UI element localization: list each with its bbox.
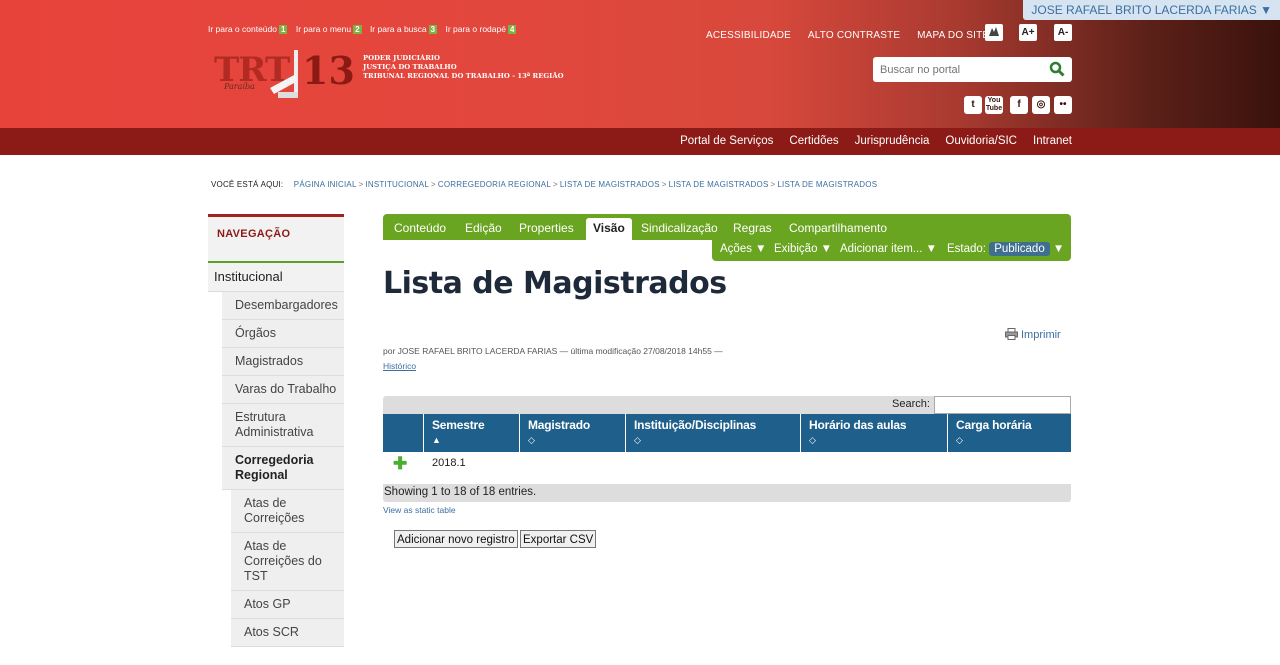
jurisprudence-link[interactable]: Jurisprudência — [847, 135, 938, 147]
print-link[interactable]: Imprimir — [1005, 328, 1061, 341]
sort-icon: ◇ — [528, 435, 535, 445]
accessibility-link[interactable]: ACESSIBILIDADE — [706, 30, 805, 41]
sort-icon: ◇ — [809, 435, 816, 445]
actions-bar: Ações ▼ Exibição ▼ Adicionar item... ▼ E… — [712, 240, 1071, 261]
breadcrumb-lista-1[interactable]: LISTA DE MAGISTRADOS — [560, 180, 660, 189]
tab-properties[interactable]: Properties — [519, 218, 574, 240]
nav-item-estrutura[interactable]: Estrutura Administrativa — [222, 404, 344, 447]
table-row: ✚ 2018.1 — [383, 452, 1071, 476]
tab-visao[interactable]: Visão — [586, 218, 632, 240]
table-header-expand — [383, 414, 423, 452]
column-horario[interactable]: Horário das aulas ◇ — [800, 414, 947, 452]
nav-item-orgaos[interactable]: Órgãos — [222, 320, 344, 348]
history-link[interactable]: Histórico — [383, 361, 416, 371]
font-decrease-button[interactable]: A- — [1054, 24, 1072, 41]
tab-regras[interactable]: Regras — [733, 218, 772, 240]
column-magistrado[interactable]: Magistrado ◇ — [519, 414, 625, 452]
logo-number: 13 — [302, 48, 355, 93]
sort-ascending-icon: ▲ — [432, 435, 441, 445]
table-toolbar: Search: — [383, 396, 1071, 414]
nav-item-institucional[interactable]: Institucional — [208, 263, 344, 292]
breadcrumb-home[interactable]: PÁGINA INICIAL — [294, 180, 357, 189]
facebook-icon[interactable]: f — [1010, 96, 1028, 114]
printer-icon — [1005, 328, 1018, 340]
nav-item-desembargadores[interactable]: Desembargadores — [222, 292, 344, 320]
nav-heading: NAVEGAÇÃO — [208, 214, 344, 263]
service-bar: Portal de Serviços Certidões Jurisprudênci… — [0, 128, 1280, 155]
search-input[interactable] — [873, 57, 1033, 82]
nav-item-varas[interactable]: Varas do Trabalho — [222, 376, 344, 404]
nav-item-corregedoria[interactable]: Corregedoria Regional — [222, 447, 344, 490]
sign-language-icon[interactable] — [985, 24, 1003, 41]
document-byline: por JOSE RAFAEL BRITO LACERDA FARIAS — ú… — [383, 346, 723, 356]
cell-semestre: 2018.1 — [432, 457, 466, 469]
table-search-label: Search: — [892, 398, 930, 410]
tab-compartilhamento[interactable]: Compartilhamento — [789, 218, 887, 240]
tab-edicao[interactable]: Edição — [465, 218, 502, 240]
search-box — [873, 57, 1072, 82]
search-icon[interactable] — [1049, 61, 1065, 77]
breadcrumb-lista-3[interactable]: LISTA DE MAGISTRADOS — [777, 180, 877, 189]
skip-to-content-link[interactable]: Ir para o conteúdo 1 — [208, 24, 288, 34]
sort-icon: ◇ — [956, 435, 963, 445]
site-header: JOSE RAFAEL BRITO LACERDA FARIAS ▼ Ir pa… — [0, 0, 1280, 128]
expand-row-icon[interactable]: ✚ — [393, 455, 407, 472]
nav-item-atas-correicoes[interactable]: Atas de Correições — [231, 490, 344, 533]
nav-item-atos-scr[interactable]: Atos SCR — [231, 619, 344, 647]
youtube-icon[interactable]: You Tube — [985, 96, 1003, 114]
add-record-button[interactable]: Adicionar novo registro — [394, 530, 518, 548]
edit-tabbar: Conteúdo Edição Properties Visão Sindica… — [383, 214, 1071, 240]
nav-item-magistrados[interactable]: Magistrados — [222, 348, 344, 376]
logo-subtitle: Paraíba — [224, 82, 255, 91]
breadcrumb-institucional[interactable]: INSTITUCIONAL — [366, 180, 430, 189]
ombudsman-link[interactable]: Ouvidoria/SIC — [937, 135, 1025, 147]
trt13-logo[interactable]: TRT 13 Paraíba — [214, 48, 355, 104]
user-menu[interactable]: JOSE RAFAEL BRITO LACERDA FARIAS ▼ — [1023, 0, 1280, 20]
tab-conteudo[interactable]: Conteúdo — [394, 218, 446, 240]
state-badge: Publicado — [989, 242, 1050, 256]
export-csv-button[interactable]: Exportar CSV — [520, 530, 597, 548]
skip-links: Ir para o conteúdo 1 Ir para o menu 2 Ir p… — [208, 24, 522, 34]
twitter-icon[interactable]: t — [964, 96, 982, 114]
page-title: Lista de Magistrados — [383, 266, 727, 301]
column-carga[interactable]: Carga horária ◇ — [947, 414, 1071, 452]
skip-to-search-link[interactable]: Ir para a busca 3 — [370, 24, 438, 34]
table-search-input[interactable] — [934, 396, 1071, 414]
high-contrast-link[interactable]: ALTO CONTRASTE — [808, 30, 914, 41]
column-instituicao[interactable]: Instituição/Disciplinas ◇ — [625, 414, 800, 452]
nav-item-atas-tst[interactable]: Atas de Correições do TST — [231, 533, 344, 591]
table-info: Showing 1 to 18 of 18 entries. — [383, 484, 1071, 502]
tab-sindicalizacao[interactable]: Sindicalização — [641, 218, 718, 240]
breadcrumb-lista-2[interactable]: LISTA DE MAGISTRADOS — [669, 180, 769, 189]
state-menu[interactable]: Estado: Publicado ▼ — [947, 242, 1064, 256]
skip-to-footer-link[interactable]: Ir para o rodapé 4 — [445, 24, 517, 34]
actions-menu[interactable]: Ações ▼ — [720, 243, 767, 255]
logo-emblem-icon — [270, 50, 298, 98]
add-item-menu[interactable]: Adicionar item... ▼ — [840, 243, 937, 255]
static-table-link[interactable]: View as static table — [383, 505, 456, 515]
institution-name: PODER JUDICIÁRIO JUSTIÇA DO TRABALHO TRI… — [363, 54, 564, 80]
certificates-link[interactable]: Certidões — [781, 135, 846, 147]
column-semestre[interactable]: Semestre ▲ — [423, 414, 519, 452]
nav-item-atos-gp[interactable]: Atos GP — [231, 591, 344, 619]
instagram-icon[interactable]: ◎ — [1032, 96, 1050, 114]
intranet-link[interactable]: Intranet — [1025, 135, 1072, 147]
table-header: Semestre ▲ Magistrado ◇ Instituição/Discip… — [383, 414, 1071, 452]
skip-to-menu-link[interactable]: Ir para o menu 2 — [296, 24, 362, 34]
services-portal-link[interactable]: Portal de Serviços — [672, 135, 781, 147]
display-menu[interactable]: Exibição ▼ — [774, 243, 832, 255]
font-increase-button[interactable]: A+ — [1019, 24, 1037, 41]
sort-icon: ◇ — [634, 435, 641, 445]
breadcrumb-corregedoria[interactable]: CORREGEDORIA REGIONAL — [438, 180, 551, 189]
accessibility-links: ACESSIBILIDADE ALTO CONTRASTE MAPA DO SI… — [706, 30, 1003, 41]
breadcrumb: VOCÊ ESTÁ AQUI: PÁGINA INICIAL > INSTITUCI… — [211, 180, 878, 189]
flickr-icon[interactable]: •• — [1054, 96, 1072, 114]
navigation-sidebar: NAVEGAÇÃO Institucional Desembargadores … — [208, 214, 344, 647]
